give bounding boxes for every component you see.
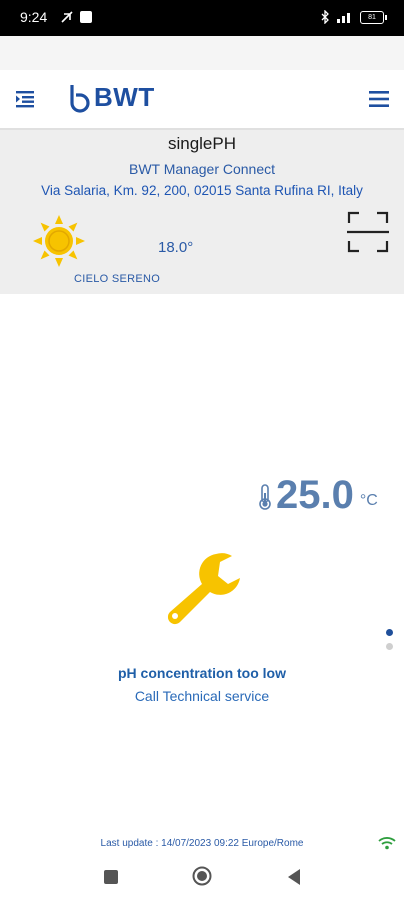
sun-icon (33, 215, 85, 267)
page-dot-1[interactable] (386, 629, 393, 636)
water-temperature-unit: °C (359, 492, 378, 509)
device-name: singlePH (167, 134, 237, 153)
water-temperature: 25.0 °C (258, 472, 378, 518)
hamburger-menu-icon[interactable] (368, 89, 390, 109)
weather-description: CIELO SERENO (74, 273, 161, 285)
wifi-icon (378, 837, 396, 850)
status-bar: 9:24 81 (0, 0, 404, 36)
bluetooth-icon (321, 10, 329, 24)
outdoor-temperature: 18.0° (158, 239, 194, 256)
app-bar: BWT (0, 70, 404, 130)
thermometer-icon (259, 484, 271, 510)
wrench-icon (167, 553, 240, 625)
brand-name: BWT (94, 82, 155, 112)
device-info-panel: singlePH BWT Manager Connect Via Salaria… (0, 130, 404, 294)
bwt-logo: BWT (68, 82, 155, 113)
manager-name: BWT Manager Connect (128, 161, 276, 177)
notification-icon (61, 11, 73, 23)
scan-frame-icon[interactable] (346, 210, 390, 254)
battery-icon: 81 (360, 10, 387, 24)
alert-title: pH concentration too low (118, 665, 286, 681)
signal-icon (337, 13, 350, 23)
last-update: Last update : 14/07/2023 09:22 Europe/Ro… (100, 838, 304, 849)
top-band (0, 36, 404, 70)
collapse-menu-icon[interactable] (14, 88, 38, 110)
page-indicator (386, 629, 393, 657)
status-icons-right: 81 (320, 10, 387, 24)
back-button[interactable] (286, 868, 302, 886)
status-time: 9:24 (20, 9, 48, 25)
bwt-drop-logo-icon (70, 84, 90, 113)
status-icons-left (60, 10, 92, 24)
system-nav-bar (0, 856, 404, 900)
water-temperature-value: 25.0 (276, 473, 354, 517)
alert-subtitle: Call Technical service (134, 688, 270, 704)
page-dot-2[interactable] (386, 643, 393, 650)
recents-button[interactable] (104, 870, 118, 884)
device-address: Via Salaria, Km. 92, 200, 02015 Santa Ru… (41, 183, 363, 198)
home-button[interactable] (192, 866, 212, 886)
app-notification-icon (80, 11, 92, 23)
